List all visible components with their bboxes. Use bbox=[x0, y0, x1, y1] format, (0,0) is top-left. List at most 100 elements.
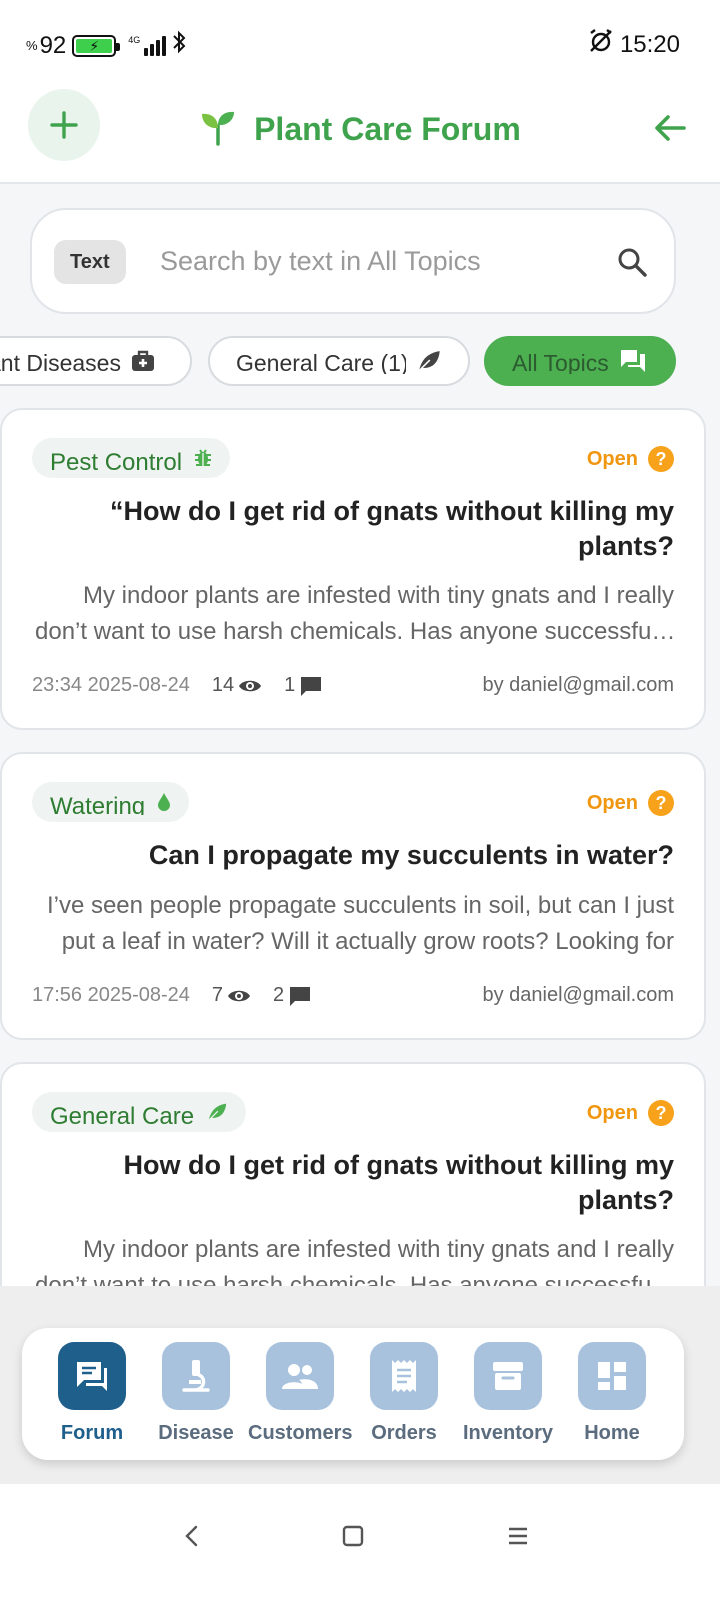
nav-item-home[interactable]: Home bbox=[560, 1342, 664, 1445]
comment-icon bbox=[301, 676, 322, 696]
view-count: 14 bbox=[212, 674, 262, 697]
status-right: 15:20 bbox=[588, 28, 680, 61]
filter-chip-plant-diseases[interactable]: ant Diseases bbox=[0, 336, 192, 386]
post-title: “How do I get rid of gnats without killi… bbox=[110, 496, 674, 561]
question-icon: ? bbox=[648, 446, 674, 472]
search-bar[interactable]: Text Search by text in All Topics bbox=[30, 208, 676, 314]
comment-icon bbox=[290, 986, 311, 1006]
post-card[interactable]: Watering Open ? Can I propagate my succu… bbox=[0, 752, 706, 1040]
nav-label: Inventory bbox=[462, 1422, 554, 1444]
system-menu-button[interactable] bbox=[506, 1524, 530, 1553]
post-author: by daniel@gmail.com bbox=[482, 984, 675, 1006]
leaf-icon bbox=[417, 351, 441, 373]
post-timestamp: 23:34 2025-08-24 bbox=[32, 674, 190, 696]
status-text: Open bbox=[586, 791, 638, 814]
category-tag-label: Pest Control bbox=[50, 449, 183, 471]
topic-filter-row: ant Diseases General Care (1) All Topics bbox=[0, 336, 720, 388]
eye-icon bbox=[239, 680, 262, 691]
app-header: Plant Care Forum bbox=[0, 88, 720, 184]
nav-item-orders[interactable]: Orders bbox=[352, 1342, 456, 1445]
comment-count-value: 1 bbox=[284, 674, 296, 696]
system-nav-bar bbox=[0, 1484, 720, 1600]
filter-chip-label: All Topics bbox=[512, 350, 609, 374]
question-icon: ? bbox=[648, 1100, 674, 1126]
nav-label: Disease bbox=[158, 1422, 234, 1444]
battery-percent-sign: % bbox=[26, 38, 38, 53]
nav-label: Home bbox=[584, 1422, 640, 1444]
post-status: Open ? bbox=[587, 790, 674, 816]
title-text: Plant Care Forum bbox=[254, 111, 521, 147]
category-tag: Watering bbox=[32, 782, 190, 822]
comment-count: 1 bbox=[284, 674, 323, 697]
first-aid-kit-icon bbox=[131, 350, 154, 371]
menu-icon bbox=[509, 1527, 527, 1545]
arrow-left-icon bbox=[655, 115, 686, 141]
category-tag: General Care bbox=[32, 1092, 247, 1132]
water-drop-icon bbox=[158, 793, 171, 811]
nav-label: Customers bbox=[248, 1422, 353, 1444]
chat-bubbles-icon bbox=[620, 350, 645, 372]
filter-chip-general-care[interactable]: General Care (1) bbox=[208, 336, 470, 386]
bug-icon bbox=[195, 449, 212, 466]
people-icon bbox=[266, 1342, 334, 1410]
nav-item-forum[interactable]: Forum bbox=[40, 1342, 144, 1445]
signal-icon: 4G bbox=[128, 34, 167, 56]
network-type: 4G bbox=[128, 34, 141, 45]
post-preview: I’ve seen people propagate succulents in… bbox=[46, 892, 674, 955]
category-tag: Pest Control bbox=[32, 438, 231, 478]
microscope-icon bbox=[162, 1342, 230, 1410]
bluetooth-icon bbox=[172, 30, 186, 61]
clock-time: 15:20 bbox=[619, 30, 680, 58]
filter-chip-all-topics[interactable]: All Topics bbox=[484, 336, 676, 386]
nav-item-inventory[interactable]: Inventory bbox=[456, 1342, 560, 1445]
nav-label: Forum bbox=[60, 1422, 124, 1444]
post-status: Open ? bbox=[587, 1100, 674, 1126]
receipt-icon bbox=[370, 1342, 438, 1410]
view-count-value: 14 bbox=[211, 674, 235, 696]
status-text: Open bbox=[586, 1101, 638, 1124]
post-title: Can I propagate my succulents in water? bbox=[148, 840, 674, 870]
page-title: Plant Care Forum bbox=[0, 108, 720, 148]
comment-count: 2 bbox=[273, 984, 312, 1007]
dashboard-icon bbox=[578, 1342, 646, 1410]
category-tag-label: General Care bbox=[50, 1103, 195, 1125]
search-mode-chip[interactable]: Text bbox=[54, 240, 126, 284]
post-title: How do I get rid of gnats without killin… bbox=[123, 1150, 674, 1215]
archive-box-icon bbox=[474, 1342, 542, 1410]
forum-icon bbox=[58, 1342, 126, 1410]
nav-item-customers[interactable]: Customers bbox=[248, 1342, 352, 1445]
alarm-off-icon bbox=[588, 28, 614, 61]
filter-chip-label: General Care (1) bbox=[236, 350, 407, 374]
post-author: by daniel@gmail.com bbox=[482, 674, 675, 696]
sprout-icon bbox=[199, 111, 246, 147]
post-timestamp: 17:56 2025-08-24 bbox=[32, 984, 190, 1006]
status-bar: % 92 ⚡ 4G 15:20 bbox=[0, 0, 720, 88]
question-icon: ? bbox=[648, 790, 674, 816]
back-button[interactable] bbox=[650, 108, 690, 148]
chevron-left-icon bbox=[185, 1525, 198, 1547]
battery-percent: 92 bbox=[39, 31, 67, 59]
comment-count-value: 2 bbox=[273, 984, 285, 1006]
search-icon[interactable] bbox=[616, 246, 648, 278]
system-home-button[interactable] bbox=[341, 1524, 365, 1553]
post-meta: 23:34 2025-08-24 14 1 by daniel@gmail.co… bbox=[32, 674, 674, 697]
nav-item-disease[interactable]: Disease bbox=[144, 1342, 248, 1445]
filter-chip-label: ant Diseases bbox=[0, 350, 121, 374]
view-count: 7 bbox=[212, 984, 251, 1007]
post-status: Open ? bbox=[587, 446, 674, 472]
post-card[interactable]: Pest Control Open ? “How do I get rid of… bbox=[0, 408, 706, 730]
status-text: Open bbox=[586, 447, 638, 470]
status-left: % 92 ⚡ 4G bbox=[26, 30, 186, 61]
post-meta: 17:56 2025-08-24 7 2 by daniel@gmail.com bbox=[32, 984, 674, 1007]
eye-icon bbox=[228, 990, 251, 1001]
square-icon bbox=[342, 1525, 364, 1547]
system-back-button[interactable] bbox=[180, 1524, 204, 1553]
category-tag-label: Watering bbox=[50, 793, 146, 815]
nav-label: Orders bbox=[371, 1422, 437, 1444]
battery-icon: ⚡ bbox=[72, 34, 121, 57]
post-preview: My indoor plants are infested with tiny … bbox=[35, 582, 674, 645]
leaf-icon bbox=[207, 1103, 227, 1122]
bottom-nav: Forum Disease Customers Orders Inventory… bbox=[22, 1328, 684, 1460]
search-input[interactable]: Search by text in All Topics bbox=[160, 246, 481, 277]
view-count-value: 7 bbox=[211, 984, 224, 1006]
